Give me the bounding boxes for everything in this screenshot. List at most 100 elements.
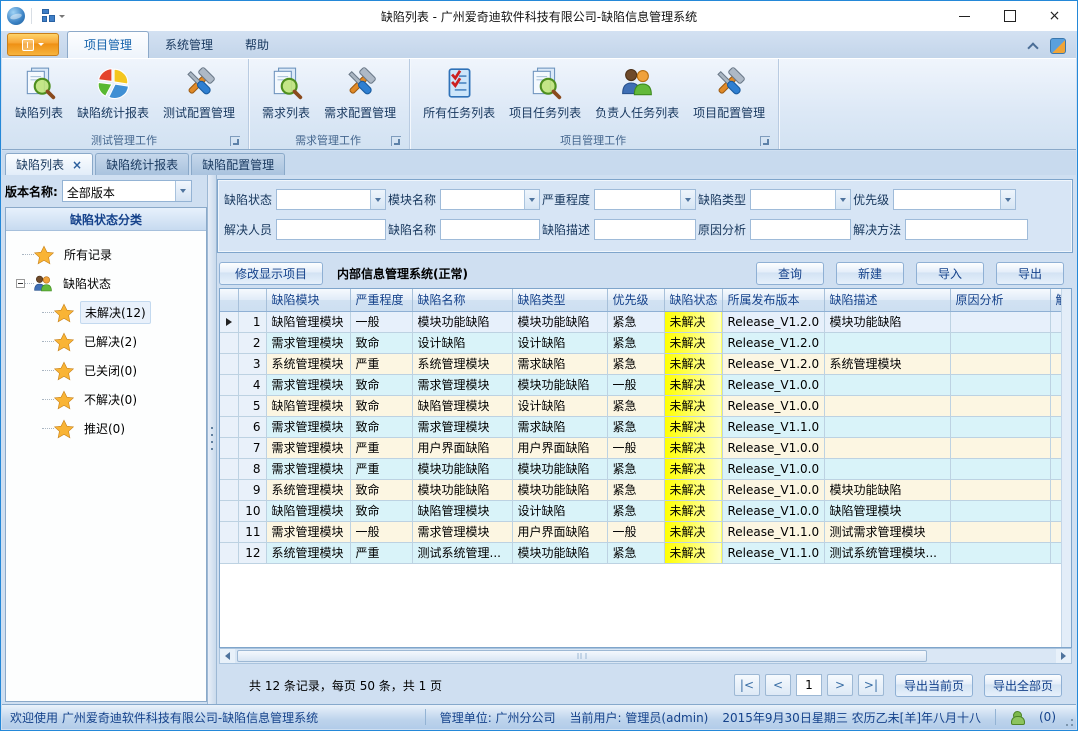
table-row[interactable]: 4需求管理模块致命需求管理模块模块功能缺陷一般未解决Release_V1.0.0 [220,374,1061,395]
table-row[interactable]: 10缺陷管理模块致命缺陷管理模块设计缺陷紧急未解决Release_V1.0.0缺… [220,500,1061,521]
page-number-input[interactable] [796,674,822,696]
close-button[interactable]: × [1032,1,1077,31]
filter-input[interactable] [594,219,696,240]
last-page-button[interactable]: >| [858,674,884,696]
column-header[interactable]: 优先级 [607,289,664,311]
ribbon-button[interactable]: 缺陷列表 [8,62,70,131]
scroll-right-icon[interactable] [1056,649,1071,663]
prev-page-button[interactable]: < [765,674,791,696]
tree-item[interactable]: 未解决(12) [6,298,206,327]
ribbon-button[interactable]: 项目任务列表 [502,62,588,131]
filter-combobox[interactable] [594,189,696,210]
dropdown-arrow-icon[interactable] [1000,190,1015,209]
modify-columns-button[interactable]: 修改显示项目 [219,262,323,285]
table-row[interactable]: 8需求管理模块严重模块功能缺陷模块功能缺陷紧急未解决Release_V1.0.0 [220,458,1061,479]
filter-input[interactable] [905,219,1028,240]
column-header[interactable]: 所属发布版本 [722,289,824,311]
dialog-launcher-icon[interactable] [760,136,770,146]
minimize-button[interactable] [942,1,987,31]
defect-table[interactable]: 缺陷模块严重程度缺陷名称缺陷类型优先级缺陷状态所属发布版本缺陷描述原因分析解决方… [220,289,1061,564]
table-row[interactable]: 2需求管理模块致命设计缺陷设计缺陷紧急未解决Release_V1.2.0 [220,332,1061,353]
dropdown-arrow-icon[interactable] [524,190,539,209]
table-row[interactable]: 7需求管理模块严重用户界面缺陷用户界面缺陷一般未解决Release_V1.0.0 [220,437,1061,458]
scrollbar-thumb[interactable] [237,650,927,662]
table-row[interactable]: 3系统管理模块严重系统管理模块需求缺陷紧急未解决Release_V1.2.0系统… [220,353,1061,374]
filter-combobox[interactable] [750,189,851,210]
ribbon-button[interactable]: 测试配置管理 [156,62,242,131]
filter-combobox[interactable] [440,189,540,210]
document-tab[interactable]: 缺陷列表× [5,153,93,175]
table-row[interactable]: 1缺陷管理模块一般模块功能缺陷模块功能缺陷紧急未解决Release_V1.2.0… [220,311,1061,332]
next-page-button[interactable]: > [827,674,853,696]
table-row[interactable]: 5缺陷管理模块致命缺陷管理模块设计缺陷紧急未解决Release_V1.0.0 [220,395,1061,416]
table-cell: Release_V1.2.0 [722,353,824,374]
dropdown-arrow-icon[interactable] [680,190,695,209]
toolbar-button[interactable]: 导出 [996,262,1064,285]
dropdown-arrow-icon[interactable] [370,190,385,209]
filter-input[interactable] [276,219,386,240]
filter-combobox[interactable] [276,189,386,210]
column-header[interactable]: 缺陷模块 [266,289,350,311]
filter-input[interactable] [440,219,540,240]
ribbon-button[interactable]: 需求列表 [255,62,317,131]
maximize-button[interactable] [987,1,1032,31]
ribbon-tab-3[interactable]: 帮助 [229,32,285,58]
dropdown-arrow-icon[interactable] [175,181,191,201]
ribbon-button[interactable]: 负责人任务列表 [588,62,686,131]
export-current-page-button[interactable]: 导出当前页 [895,674,973,697]
application-menu-button[interactable] [7,33,59,56]
tree-item[interactable]: 已关闭(0) [6,356,206,385]
table-row[interactable]: 6需求管理模块致命需求管理模块需求缺陷紧急未解决Release_V1.1.0 [220,416,1061,437]
ribbon-group-label: 项目管理工作 [416,133,770,147]
help-icon[interactable] [1050,38,1066,54]
first-page-button[interactable]: |< [734,674,760,696]
column-header[interactable]: 严重程度 [350,289,412,311]
ribbon-button[interactable]: 需求配置管理 [317,62,403,131]
version-combobox[interactable]: 全部版本 [62,180,192,202]
document-tab[interactable]: 缺陷统计报表 [95,153,189,175]
column-header[interactable]: 原因分析 [950,289,1050,311]
column-header[interactable]: 缺陷名称 [412,289,512,311]
table-row[interactable]: 11需求管理模块一般需求管理模块用户界面缺陷一般未解决Release_V1.1.… [220,521,1061,542]
tree-item[interactable]: 不解决(0) [6,385,206,414]
ribbon-tab-2[interactable]: 系统管理 [149,32,229,58]
ribbon-tab-1[interactable]: 项目管理 [67,31,149,58]
collapse-node-icon[interactable] [16,279,25,288]
messages-user-icon[interactable] [1010,710,1025,725]
filter-field: 缺陷类型 [696,189,851,210]
vertical-scrollbar[interactable] [1061,289,1071,647]
table-row[interactable]: 12系统管理模块严重测试系统管理...模块功能缺陷紧急未解决Release_V1… [220,542,1061,563]
tree-item[interactable]: 推迟(0) [6,414,206,443]
filter-input[interactable] [750,219,851,240]
column-header[interactable]: 缺陷描述 [824,289,950,311]
resize-grip-icon[interactable] [1062,715,1074,727]
panel-splitter[interactable] [207,175,217,705]
dropdown-arrow-icon[interactable] [835,190,850,209]
export-all-pages-button[interactable]: 导出全部页 [984,674,1062,697]
quick-access-toolbar-button[interactable] [38,7,69,25]
column-header[interactable]: 缺陷类型 [512,289,607,311]
document-tab[interactable]: 缺陷配置管理 [191,153,285,175]
table-cell: 测试需求管理模块 [824,521,950,542]
filter-combobox[interactable] [893,189,1016,210]
ribbon-button[interactable]: 所有任务列表 [416,62,502,131]
dialog-launcher-icon[interactable] [391,136,401,146]
tree-item[interactable]: 已解决(2) [6,327,206,356]
collapse-ribbon-icon[interactable] [1026,39,1040,53]
close-tab-icon[interactable]: × [72,158,82,172]
ribbon-button[interactable]: 缺陷统计报表 [70,62,156,131]
ribbon-button[interactable]: 项目配置管理 [686,62,772,131]
column-header[interactable]: 缺陷状态 [664,289,722,311]
tree-item[interactable]: 所有记录 [6,240,206,269]
column-header[interactable]: 解决方法 [1050,289,1061,311]
tree-item[interactable]: 缺陷状态 [6,269,206,298]
toolbar-button[interactable]: 查询 [756,262,824,285]
horizontal-scrollbar[interactable] [219,648,1072,664]
table-cell: 致命 [350,374,412,395]
dialog-launcher-icon[interactable] [230,136,240,146]
table-cell [950,542,1050,563]
toolbar-button[interactable]: 新建 [836,262,904,285]
scroll-left-icon[interactable] [220,649,235,663]
table-row[interactable]: 9系统管理模块致命模块功能缺陷模块功能缺陷紧急未解决Release_V1.0.0… [220,479,1061,500]
toolbar-button[interactable]: 导入 [916,262,984,285]
